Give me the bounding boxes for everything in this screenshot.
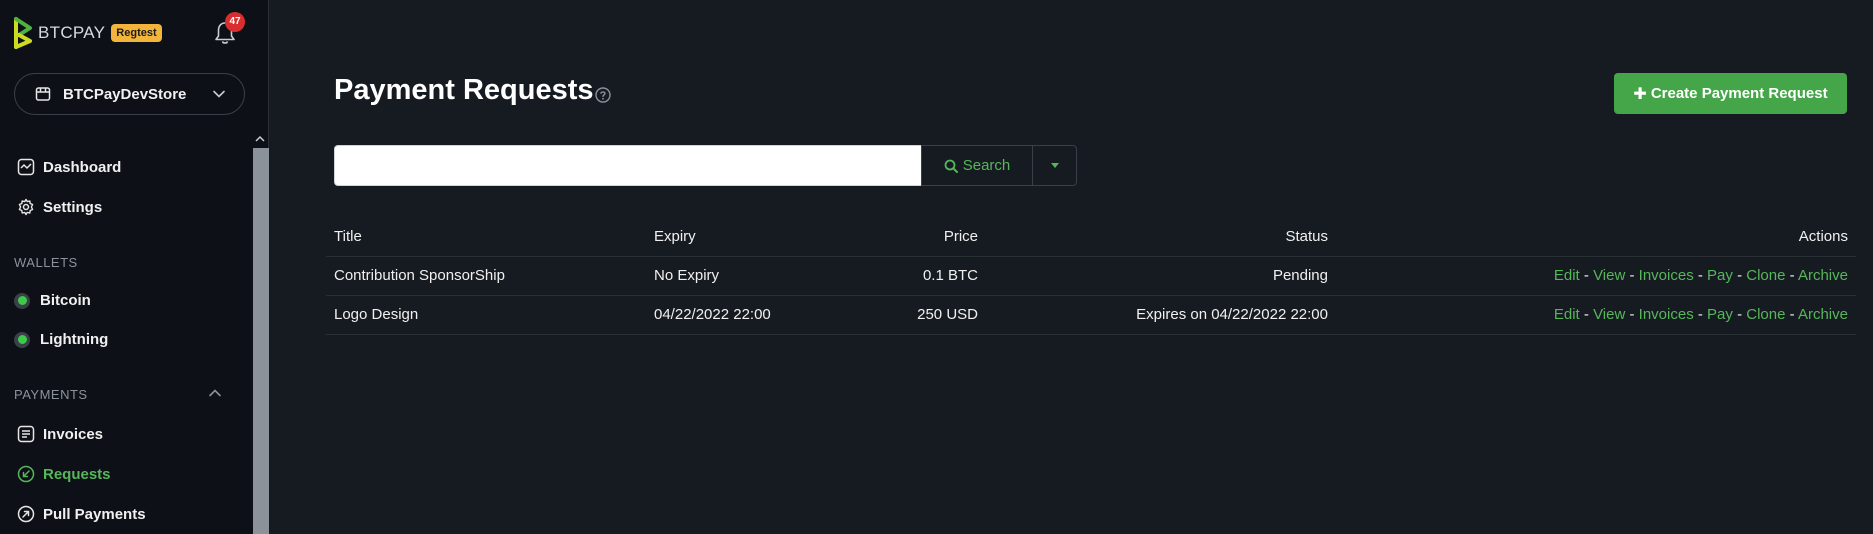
column-header-price: Price: [806, 218, 986, 257]
store-name: BTCPayDevStore: [63, 85, 187, 103]
search-button[interactable]: Search: [921, 145, 1033, 186]
action-separator: -: [1697, 306, 1708, 323]
sidebar-item-pull-payments[interactable]: Pull Payments: [17, 505, 146, 523]
store-icon: [35, 87, 51, 101]
cell-status: Expires on 04/22/2022 22:00: [986, 295, 1336, 335]
plus-icon: ✚: [1633, 85, 1647, 103]
section-label-payments: PAYMENTS: [14, 387, 88, 402]
clone-link[interactable]: Clone: [1746, 267, 1785, 284]
sidebar-item-label: Bitcoin: [40, 292, 91, 309]
view-link[interactable]: View: [1593, 267, 1625, 284]
cell-actions: Edit - View - Invoices - Pay - Clone - A…: [1336, 256, 1856, 296]
table-row: Contribution SponsorShip No Expiry 0.1 B…: [326, 256, 1856, 296]
notification-count-badge[interactable]: 47: [225, 12, 245, 32]
sidebar-item-lightning[interactable]: Lightning: [14, 331, 108, 348]
action-separator: -: [1583, 267, 1594, 284]
cell-title: Contribution SponsorShip: [326, 256, 646, 296]
pay-link[interactable]: Pay: [1707, 267, 1733, 284]
sidebar-item-label: Settings: [43, 198, 103, 216]
invoices-link[interactable]: Invoices: [1639, 306, 1694, 323]
action-separator: -: [1737, 306, 1747, 323]
table-header-row: Title Expiry Price Status Actions: [326, 218, 1856, 257]
action-separator: -: [1629, 306, 1639, 323]
invoices-link[interactable]: Invoices: [1639, 267, 1694, 284]
gear-icon: [18, 198, 34, 216]
brand[interactable]: BTCPAY Regtest: [13, 16, 162, 50]
sidebar-item-dashboard[interactable]: Dashboard: [17, 158, 121, 176]
caret-down-icon: [1050, 163, 1059, 168]
cell-expiry: No Expiry: [646, 256, 806, 296]
sidebar-item-label: Pull Payments: [43, 505, 146, 523]
store-selector[interactable]: BTCPayDevStore: [14, 73, 245, 115]
btcpay-logo-icon: [14, 17, 32, 49]
cell-expiry: 04/22/2022 22:00: [646, 295, 806, 335]
action-separator: -: [1629, 267, 1639, 284]
sidebar-item-label: Invoices: [43, 425, 104, 443]
action-separator: -: [1789, 267, 1798, 284]
invoice-icon: [17, 425, 35, 443]
archive-link[interactable]: Archive: [1798, 306, 1848, 323]
search-button-label: Search: [962, 157, 1011, 174]
sidebar: BTCPAY Regtest 47 BTCPayDevStore Dashboa…: [0, 0, 269, 534]
pull-payments-icon: [17, 505, 35, 523]
search-icon: [944, 159, 958, 173]
chevron-up-icon[interactable]: [208, 386, 222, 400]
brand-name: BTCPAY: [38, 23, 106, 42]
create-payment-request-button[interactable]: ✚ Create Payment Request: [1614, 73, 1847, 114]
column-header-title: Title: [326, 218, 646, 257]
section-label-wallets: WALLETS: [14, 255, 78, 270]
archive-link[interactable]: Archive: [1798, 267, 1848, 284]
action-separator: -: [1583, 306, 1594, 323]
sidebar-item-requests[interactable]: Requests: [17, 465, 111, 483]
cell-status: Pending: [986, 256, 1336, 296]
sidebar-item-settings[interactable]: Settings: [17, 198, 102, 216]
sidebar-item-label: Dashboard: [43, 158, 122, 176]
cell-title: Logo Design: [326, 295, 646, 335]
column-header-expiry: Expiry: [646, 218, 806, 257]
view-link[interactable]: View: [1593, 306, 1625, 323]
cell-price: 250 USD: [806, 295, 986, 335]
action-separator: -: [1737, 267, 1747, 284]
search-options-dropdown[interactable]: [1032, 145, 1077, 186]
pay-link[interactable]: Pay: [1707, 306, 1733, 323]
chevron-down-icon: [213, 90, 225, 98]
status-dot-icon: [14, 292, 30, 309]
scrollbar-up-arrow-icon[interactable]: [253, 132, 267, 146]
sidebar-item-label: Lightning: [40, 331, 109, 348]
edit-link[interactable]: Edit: [1554, 267, 1580, 284]
action-separator: -: [1789, 306, 1798, 323]
status-dot-icon: [14, 331, 30, 348]
column-header-status: Status: [986, 218, 1336, 257]
cell-price: 0.1 BTC: [806, 256, 986, 296]
page-title: Payment Requests: [334, 74, 594, 106]
requests-icon: [17, 465, 35, 483]
clone-link[interactable]: Clone: [1746, 306, 1785, 323]
create-button-label: Create Payment Request: [1650, 85, 1828, 102]
payment-requests-table: Title Expiry Price Status Actions Contri…: [326, 218, 1856, 335]
sidebar-item-invoices[interactable]: Invoices: [17, 425, 103, 443]
question-icon[interactable]: [595, 87, 611, 103]
sidebar-item-bitcoin[interactable]: Bitcoin: [14, 292, 91, 309]
env-badge: Regtest: [111, 24, 162, 42]
cell-actions: Edit - View - Invoices - Pay - Clone - A…: [1336, 295, 1856, 335]
column-header-actions: Actions: [1336, 218, 1856, 257]
sidebar-item-label: Requests: [43, 465, 111, 483]
dashboard-icon: [17, 158, 35, 176]
table-row: Logo Design 04/22/2022 22:00 250 USD Exp…: [326, 295, 1856, 335]
action-separator: -: [1697, 267, 1708, 284]
search-input[interactable]: [334, 145, 922, 186]
edit-link[interactable]: Edit: [1554, 306, 1580, 323]
sidebar-scrollbar[interactable]: [253, 148, 269, 534]
